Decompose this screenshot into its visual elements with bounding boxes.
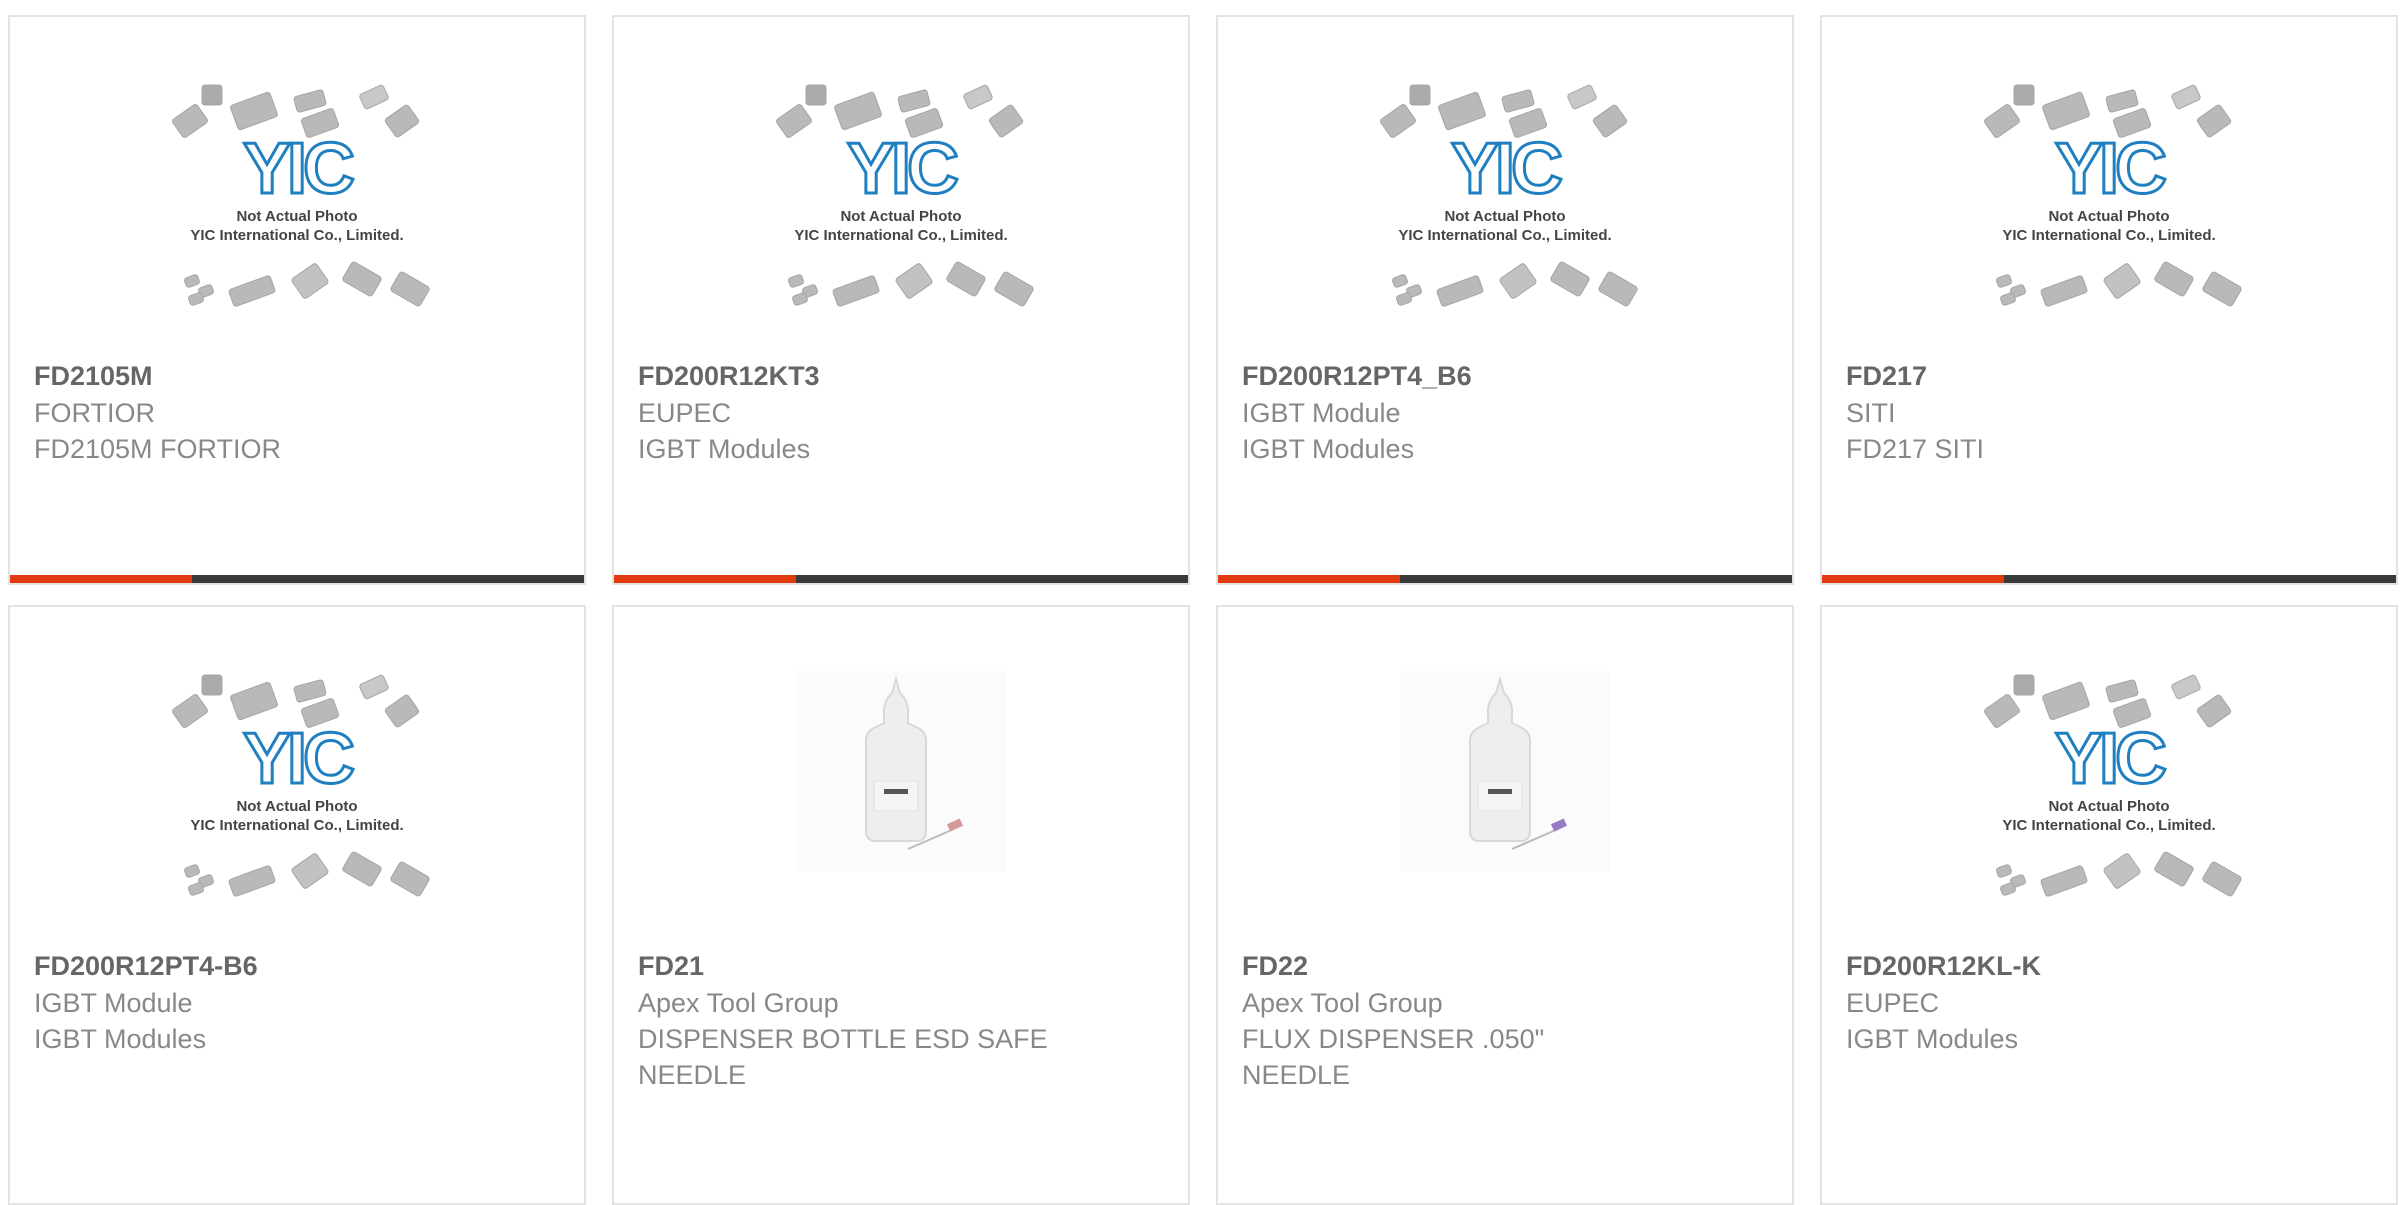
- part-number[interactable]: FD200R12PT4-B6: [34, 947, 568, 985]
- card-accent: [1218, 575, 1400, 583]
- brand: EUPEC: [1846, 988, 1940, 1018]
- product-card[interactable]: YIC Not Actual Photo YIC International Co.…: [8, 605, 586, 1205]
- product-image[interactable]: [1218, 671, 1792, 951]
- card-bottom-bar: [614, 575, 1188, 583]
- placeholder-image: YICNot Actual Photo YIC International Co.…: [172, 84, 430, 307]
- brand: IGBT Module: [34, 988, 193, 1018]
- placeholder-company: YIC International Co., Limited.: [190, 227, 403, 244]
- description: IGBT Modules: [34, 1024, 207, 1054]
- placeholder-image: YICNot Actual Photo YIC International Co.…: [1984, 674, 2242, 897]
- yic-logo: YIC: [2055, 129, 2166, 209]
- description: DISPENSER BOTTLE ESD SAFE: [638, 1024, 1048, 1054]
- product-image[interactable]: YIC Not Actual Photo YIC International Co.…: [1218, 81, 1792, 361]
- placeholder-company: YIC International Co., Limited.: [190, 817, 403, 834]
- product-card[interactable]: YIC Not Actual Photo YIC International Co.…: [8, 15, 586, 585]
- chip-icons-bottom: [1996, 261, 2242, 307]
- part-number[interactable]: FD22: [1242, 947, 1776, 985]
- placeholder-company: YIC International Co., Limited.: [2002, 227, 2215, 244]
- product-card[interactable]: YIC Not Actual Photo YIC International Co.…: [1216, 15, 1794, 585]
- placeholder-company: YIC International Co., Limited.: [794, 227, 1007, 244]
- card-bottom-bar: [1822, 575, 2396, 583]
- chip-icons-bottom: [1996, 851, 2242, 897]
- placeholder-image: YICNot Actual Photo YIC International Co.…: [172, 674, 430, 897]
- description-cont: NEEDLE: [638, 1060, 747, 1090]
- part-number[interactable]: FD200R12PT4_B6: [1242, 357, 1776, 395]
- brand: FORTIOR: [34, 398, 155, 428]
- yic-logo: YIC: [2055, 719, 2166, 799]
- part-number[interactable]: FD217: [1846, 357, 2380, 395]
- placeholder-caption: Not Actual Photo: [2048, 208, 2169, 225]
- placeholder-company: YIC International Co., Limited.: [1398, 227, 1611, 244]
- product-image[interactable]: YIC Not Actual Photo YIC International Co.…: [10, 81, 584, 361]
- product-card[interactable]: YIC Not Actual Photo YIC International Co.…: [1820, 605, 2398, 1205]
- card-accent: [10, 575, 192, 583]
- dispenser-bottle-image: [1400, 671, 1610, 871]
- chip-icons-bottom: [184, 261, 430, 307]
- product-image[interactable]: [614, 671, 1188, 951]
- placeholder-image: YICNot Actual Photo YIC International Co.…: [1984, 84, 2242, 307]
- product-info: FD200R12KL-K EUPEC IGBT Modules: [1846, 947, 2380, 1057]
- placeholder-image: YICNot Actual Photo YIC International Co.…: [1380, 84, 1638, 307]
- brand: Apex Tool Group: [638, 988, 839, 1018]
- yic-logo: YIC: [847, 129, 958, 209]
- description: FLUX DISPENSER .050": [1242, 1024, 1545, 1054]
- placeholder-caption: Not Actual Photo: [840, 208, 961, 225]
- part-number[interactable]: FD200R12KT3: [638, 357, 1172, 395]
- placeholder-caption: Not Actual Photo: [1444, 208, 1565, 225]
- placeholder-caption: Not Actual Photo: [236, 208, 357, 225]
- description-cont: NEEDLE: [1242, 1060, 1351, 1090]
- part-number[interactable]: FD2105M: [34, 357, 568, 395]
- brand: IGBT Module: [1242, 398, 1401, 428]
- yic-logo: YIC: [243, 719, 354, 799]
- chip-icons-bottom: [184, 851, 430, 897]
- placeholder-caption: Not Actual Photo: [2048, 798, 2169, 815]
- product-info: FD200R12PT4-B6 IGBT Module IGBT Modules: [34, 947, 568, 1057]
- description: IGBT Modules: [1846, 1024, 2019, 1054]
- chip-icons-bottom: [1392, 261, 1638, 307]
- card-accent: [1822, 575, 2004, 583]
- part-number[interactable]: FD21: [638, 947, 1172, 985]
- product-image[interactable]: YIC Not Actual Photo YIC International Co.…: [614, 81, 1188, 361]
- product-info: FD22 Apex Tool Group FLUX DISPENSER .050…: [1242, 947, 1776, 1093]
- description: IGBT Modules: [1242, 434, 1415, 464]
- description: IGBT Modules: [638, 434, 811, 464]
- brand: Apex Tool Group: [1242, 988, 1443, 1018]
- product-info: FD21 Apex Tool Group DISPENSER BOTTLE ES…: [638, 947, 1172, 1093]
- product-card[interactable]: YIC Not Actual Photo YIC International Co.…: [612, 15, 1190, 585]
- product-card[interactable]: FD22 Apex Tool Group FLUX DISPENSER .050…: [1216, 605, 1794, 1205]
- part-number[interactable]: FD200R12KL-K: [1846, 947, 2380, 985]
- product-info: FD200R12KT3 EUPEC IGBT Modules: [638, 357, 1172, 467]
- product-info: FD217 SITI FD217 SITI: [1846, 357, 2380, 467]
- product-grid: YIC Not Actual Photo YIC International Co.…: [0, 0, 2400, 1205]
- yic-logo: YIC: [243, 129, 354, 209]
- product-card[interactable]: FD21 Apex Tool Group DISPENSER BOTTLE ES…: [612, 605, 1190, 1205]
- product-image[interactable]: YIC Not Actual Photo YIC International Co.…: [10, 671, 584, 951]
- brand: EUPEC: [638, 398, 732, 428]
- placeholder-caption: Not Actual Photo: [236, 798, 357, 815]
- description: FD217 SITI: [1846, 434, 1985, 464]
- dispenser-bottle-image: [796, 671, 1006, 871]
- brand: SITI: [1846, 398, 1896, 428]
- card-bottom-bar: [10, 575, 584, 583]
- product-image[interactable]: YIC Not Actual Photo YIC International Co.…: [1822, 671, 2396, 951]
- placeholder-image: YICNot Actual Photo YIC International Co.…: [776, 84, 1034, 307]
- placeholder-company: YIC International Co., Limited.: [2002, 817, 2215, 834]
- product-image[interactable]: YIC Not Actual Photo YIC International Co.…: [1822, 81, 2396, 361]
- chip-icons-bottom: [788, 261, 1034, 307]
- product-card[interactable]: YIC Not Actual Photo YIC International Co.…: [1820, 15, 2398, 585]
- product-info: FD2105M FORTIOR FD2105M FORTIOR: [34, 357, 568, 467]
- card-accent: [614, 575, 796, 583]
- product-info: FD200R12PT4_B6 IGBT Module IGBT Modules: [1242, 357, 1776, 467]
- card-bottom-bar: [1218, 575, 1792, 583]
- description: FD2105M FORTIOR: [34, 434, 282, 464]
- yic-logo: YIC: [1451, 129, 1562, 209]
